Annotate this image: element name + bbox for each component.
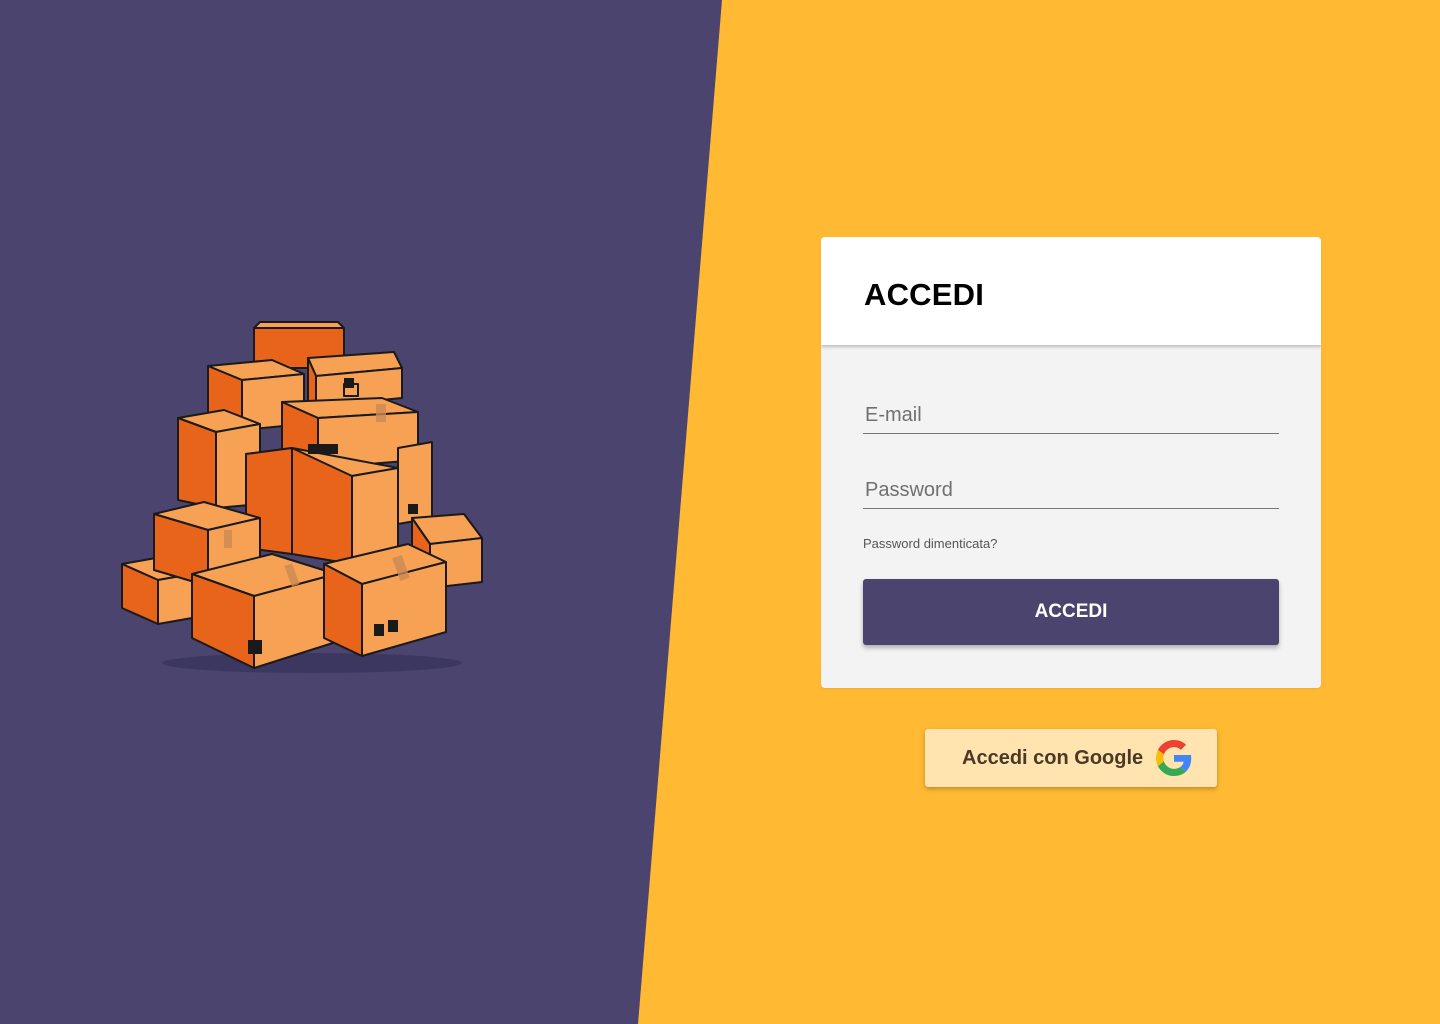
google-login-label: Accedi con Google: [962, 747, 1144, 769]
google-login-button[interactable]: Accedi con Google: [925, 729, 1217, 787]
login-card-header: ACCEDI: [821, 237, 1321, 345]
login-title: ACCEDI: [864, 277, 985, 312]
login-card: ACCEDI Password dimenticata? ACCEDI: [821, 237, 1321, 688]
google-g-icon: [1156, 740, 1192, 776]
email-field[interactable]: [863, 398, 1279, 434]
cardboard-boxes-illustration: [121, 321, 483, 673]
login-button[interactable]: ACCEDI: [863, 579, 1279, 645]
login-page: ACCEDI Password dimenticata? ACCEDI Acce…: [0, 0, 1440, 1024]
forgot-password-link[interactable]: Password dimenticata?: [863, 536, 997, 551]
password-field[interactable]: [863, 473, 1279, 509]
